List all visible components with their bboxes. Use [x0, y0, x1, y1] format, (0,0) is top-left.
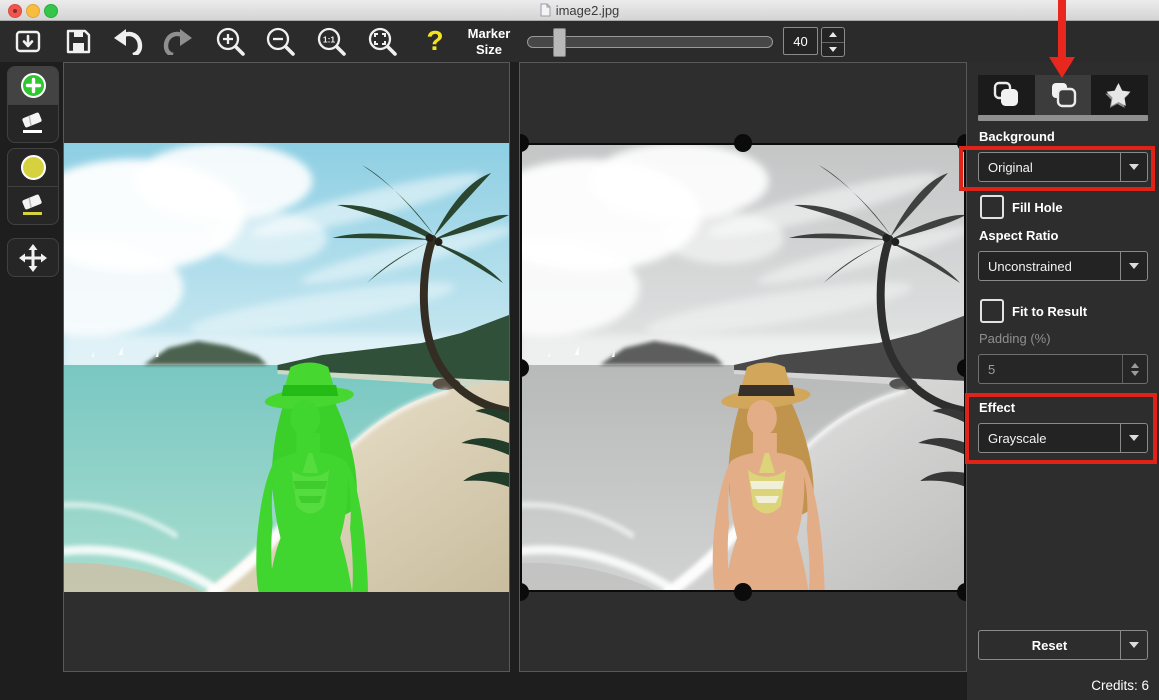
padding-input[interactable]: 5 — [978, 354, 1148, 384]
zoom-in-icon — [215, 26, 245, 56]
green-plus-icon — [20, 72, 47, 99]
reset-button[interactable]: Reset — [978, 630, 1148, 660]
arrow-down-icon — [829, 47, 837, 52]
foreground-icon — [990, 80, 1022, 110]
eraser-icon — [19, 194, 47, 218]
background-label: Background — [979, 129, 1055, 144]
yellow-marker-tool[interactable] — [8, 149, 58, 186]
background-tab[interactable] — [1035, 75, 1092, 115]
source-image-panel[interactable] — [63, 62, 510, 672]
import-button[interactable] — [10, 25, 46, 57]
foreground-tab[interactable] — [978, 75, 1035, 115]
chevron-down-icon — [1129, 164, 1139, 170]
save-button[interactable] — [60, 25, 96, 57]
yellow-marker-tool-group — [7, 148, 59, 225]
marker-size-slider[interactable] — [527, 20, 773, 62]
help-icon: ? — [426, 27, 443, 55]
reset-button-label: Reset — [979, 638, 1120, 653]
window-title-text: image2.jpg — [556, 3, 620, 18]
zoom-fit-button[interactable] — [364, 25, 400, 57]
chevron-down-icon — [1129, 642, 1139, 648]
effect-label: Effect — [979, 400, 1015, 415]
mode-tabs — [978, 75, 1148, 115]
move-tool[interactable] — [8, 239, 58, 276]
effect-dropdown[interactable]: Grayscale — [978, 423, 1148, 453]
dropdown-caret[interactable] — [1120, 252, 1147, 280]
window-title: image2.jpg — [0, 0, 1159, 20]
marker-size-input[interactable]: 40 — [783, 27, 818, 55]
background-dropdown[interactable]: Original — [978, 152, 1148, 182]
background-dropdown-value: Original — [979, 160, 1120, 175]
tabs-underline — [978, 115, 1148, 121]
arrow-down-icon — [1131, 371, 1139, 376]
move-icon — [19, 244, 47, 272]
credits-status: Credits: 6 — [1091, 678, 1149, 693]
fit-to-result-checkbox[interactable] — [980, 299, 1004, 323]
document-icon — [540, 3, 551, 17]
zoom-in-button[interactable] — [212, 25, 248, 57]
reset-dropdown-caret[interactable] — [1120, 631, 1147, 659]
source-beach-photo[interactable] — [64, 143, 509, 592]
slider-thumb[interactable] — [553, 28, 566, 57]
zoom-actual-button[interactable]: 1:1 — [313, 25, 349, 57]
yellow-eraser-tool[interactable] — [8, 186, 58, 224]
eraser-icon — [19, 112, 47, 136]
star-icon — [1104, 80, 1136, 110]
stepper-up[interactable] — [822, 28, 844, 43]
effect-dropdown-value: Grayscale — [979, 431, 1120, 446]
undo-icon — [113, 27, 143, 55]
annotation-arrow-head — [1049, 57, 1075, 78]
move-tool-group — [7, 238, 59, 277]
chevron-down-icon — [1129, 263, 1139, 269]
arrow-up-icon — [1131, 363, 1139, 368]
toolbar: 1:1 ? Marker Size 40 — [0, 20, 1159, 62]
import-icon — [14, 27, 42, 55]
fit-to-result-label: Fit to Result — [1012, 304, 1087, 319]
marker-size-label: Marker Size — [458, 26, 520, 57]
redo-button[interactable] — [160, 25, 196, 57]
titlebar: image2.jpg — [0, 0, 1159, 21]
help-button[interactable]: ? — [417, 25, 453, 57]
marker-tool-group — [7, 66, 59, 143]
marker-size-stepper[interactable] — [821, 27, 845, 57]
padding-value: 5 — [979, 362, 1122, 377]
dropdown-caret[interactable] — [1120, 424, 1147, 452]
yellow-circle-icon — [20, 154, 47, 181]
svg-text:1:1: 1:1 — [323, 35, 336, 45]
aspect-ratio-label: Aspect Ratio — [979, 228, 1058, 243]
padding-label: Padding (%) — [979, 331, 1051, 346]
redo-icon — [163, 27, 193, 55]
fill-hole-checkbox[interactable] — [980, 195, 1004, 219]
padding-stepper[interactable] — [1122, 355, 1147, 383]
arrow-up-icon — [829, 32, 837, 37]
stepper-down[interactable] — [822, 43, 844, 57]
effects-tab[interactable] — [1091, 75, 1148, 115]
settings-panel: Background Original Fill Hole Aspect Rat… — [967, 62, 1159, 700]
result-beach-photo[interactable] — [520, 143, 966, 592]
aspect-ratio-dropdown-value: Unconstrained — [979, 259, 1120, 274]
dropdown-caret[interactable] — [1120, 153, 1147, 181]
background-icon — [1047, 80, 1079, 110]
save-icon — [64, 27, 92, 55]
fill-hole-label: Fill Hole — [1012, 200, 1063, 215]
zoom-out-button[interactable] — [262, 25, 298, 57]
result-image-panel[interactable] — [519, 62, 967, 672]
green-marker-tool[interactable] — [8, 67, 58, 104]
zoom-out-icon — [265, 26, 295, 56]
green-eraser-tool[interactable] — [8, 104, 58, 142]
zoom-fit-icon — [367, 26, 397, 56]
undo-button[interactable] — [110, 25, 146, 57]
annotation-arrow-line — [1058, 0, 1066, 57]
aspect-ratio-dropdown[interactable]: Unconstrained — [978, 251, 1148, 281]
zoom-actual-icon: 1:1 — [316, 26, 346, 56]
chevron-down-icon — [1129, 435, 1139, 441]
